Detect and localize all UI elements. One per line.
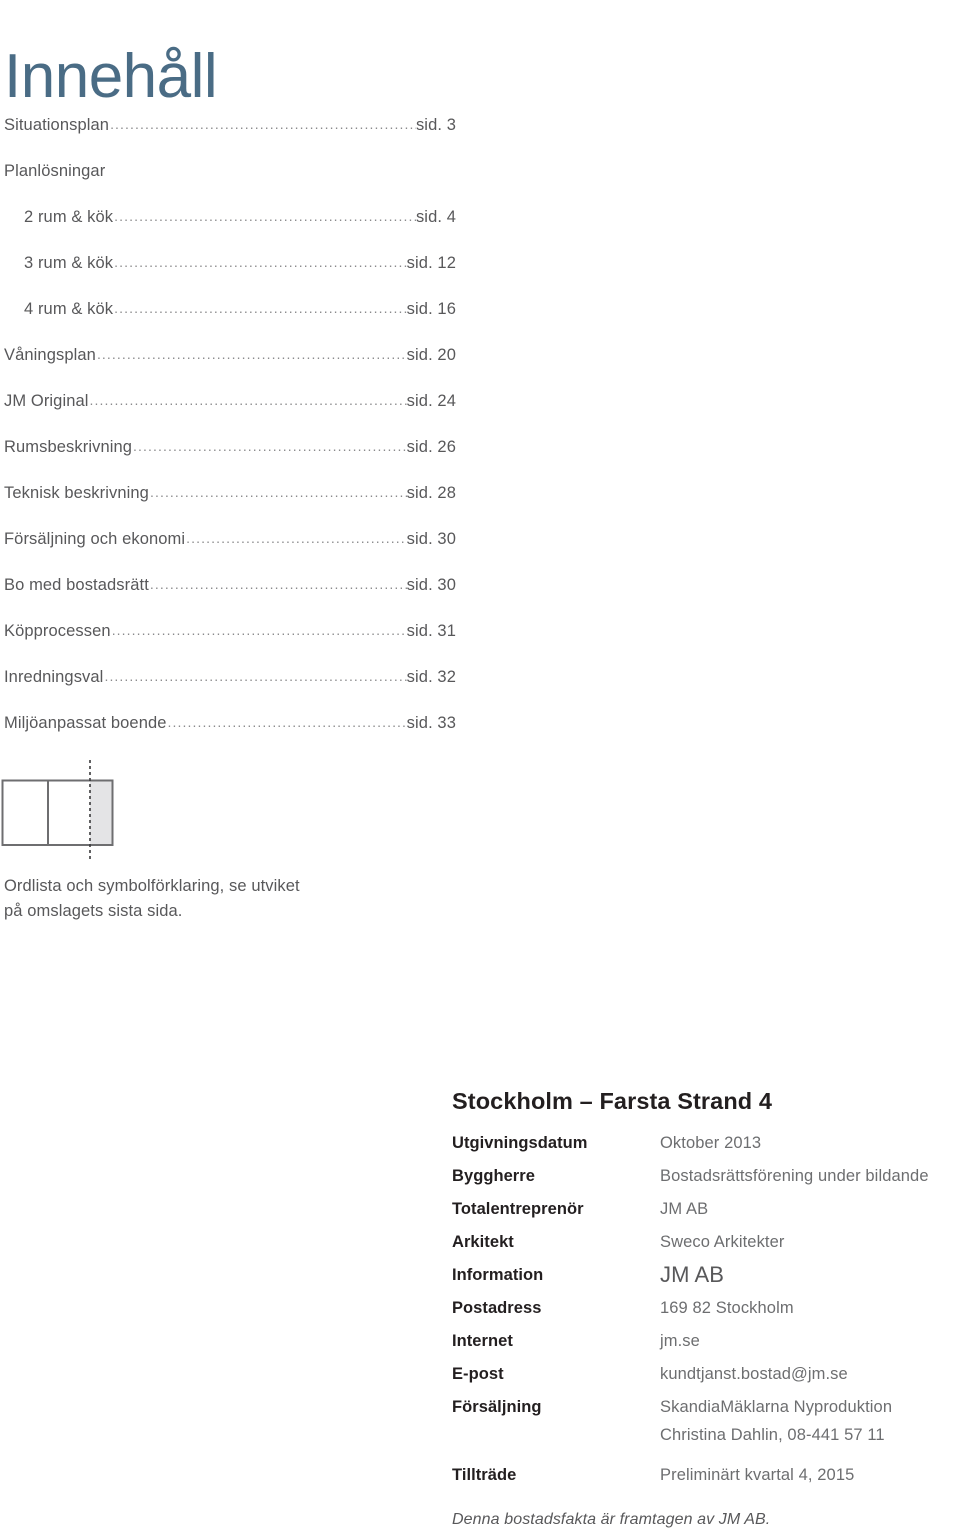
project-info-row: Tillträde Preliminärt kvartal 4, 2015 (452, 1461, 960, 1489)
project-info-label: Arkitekt (452, 1233, 514, 1252)
ordlista-note-line-1: Ordlista och symbolförklaring, se utvike… (4, 877, 300, 895)
project-info-value: Oktober 2013 (660, 1134, 762, 1153)
toc-entry-label: 4 rum & kök (24, 300, 114, 318)
toc-entry-label: Situationsplan (4, 116, 110, 134)
foldout-shaded-panel (90, 780, 113, 845)
project-info-row: Utgivningsdatum Oktober 2013 (452, 1129, 960, 1157)
toc-entry-label: Planlösningar (4, 162, 106, 180)
toc-entry-label: 2 rum & kök (24, 208, 114, 226)
toc-entry-page-number: sid. 31 (406, 622, 456, 640)
toc-entry[interactable]: JM Original.............................… (4, 392, 456, 438)
toc-entry[interactable]: Bo med bostadsrätt......................… (4, 576, 456, 622)
toc-entry-label: Rumsbeskrivning (4, 438, 133, 456)
toc-entry[interactable]: Rumsbeskrivning.........................… (4, 438, 456, 484)
toc-dot-leader: ........................................… (149, 576, 407, 592)
project-info-value: jm.se (660, 1332, 700, 1351)
toc-entry[interactable]: Inredningsval...........................… (4, 668, 456, 714)
project-info-value: kundtjanst.bostad@jm.se (660, 1365, 848, 1384)
toc-dot-leader: ........................................… (186, 530, 407, 546)
toc-entry-page-number: sid. 32 (406, 668, 456, 686)
toc-entry-label: Våningsplan (4, 346, 96, 364)
toc-dot-leader: ........................................… (110, 116, 416, 132)
project-info-label: Tillträde (452, 1466, 517, 1485)
toc-entry-page-number: sid. 12 (406, 254, 456, 272)
project-info-label: E-post (452, 1365, 504, 1384)
toc-dot-leader: ........................................… (114, 254, 407, 270)
project-info-rows: Utgivningsdatum Oktober 2013 Byggherre Bost… (452, 1129, 960, 1489)
toc-entry[interactable]: 2 rum & kök.............................… (4, 208, 456, 254)
toc-entry-page-number: sid. 30 (406, 530, 456, 548)
toc-entry[interactable]: Planlösningar...........................… (4, 162, 456, 208)
project-info-row: E-post kundtjanst.bostad@jm.se (452, 1360, 960, 1388)
toc-dot-leader: ........................................… (111, 622, 407, 638)
toc-entry-page-number: sid. 28 (406, 484, 456, 502)
toc-entry-label: 3 rum & kök (24, 254, 114, 272)
toc-entry-label: Teknisk beskrivning (4, 484, 149, 502)
project-info-row: Försäljning SkandiaMäklarna Nyproduktion … (452, 1393, 960, 1449)
toc-entry-page-number: sid. 3 (415, 116, 456, 134)
toc-entry-label: Miljöanpassat boende (4, 714, 167, 732)
project-info-value: Preliminärt kvartal 4, 2015 (660, 1466, 855, 1485)
project-info-row: Internet jm.se (452, 1327, 960, 1355)
toc-dot-leader: ........................................… (133, 438, 407, 454)
project-info-label: Utgivningsdatum (452, 1134, 588, 1153)
table-of-contents: Situationsplan..........................… (4, 116, 456, 760)
project-info-row: Postadress 169 82 Stockholm (452, 1294, 960, 1322)
toc-entry-page-number: sid. 4 (415, 208, 456, 226)
project-info-label: Information (452, 1266, 544, 1285)
project-info-value: 169 82 Stockholm (660, 1299, 794, 1318)
project-info-label: Internet (452, 1332, 513, 1351)
project-info-value: Sweco Arkitekter (660, 1233, 785, 1252)
ordlista-note-line-2: på omslagets sista sida. (4, 902, 183, 920)
project-info-row: Arkitekt Sweco Arkitekter (452, 1228, 960, 1256)
toc-entry[interactable]: Köpprocessen............................… (4, 622, 456, 668)
project-info-row: Totalentreprenör JM AB (452, 1195, 960, 1223)
toc-dot-leader: ........................................… (167, 714, 407, 730)
project-info-label: Totalentreprenör (452, 1200, 584, 1219)
toc-dot-leader: ........................................… (149, 484, 407, 500)
toc-entry[interactable]: 4 rum & kök.............................… (4, 300, 456, 346)
toc-entry-label: Köpprocessen (4, 622, 111, 640)
toc-entry[interactable]: 3 rum & kök.............................… (4, 254, 456, 300)
project-heading: Stockholm – Farsta Strand 4 (452, 1088, 773, 1114)
toc-entry[interactable]: Försäljning och ekonomi.................… (4, 530, 456, 576)
toc-entry-label: Bo med bostadsrätt (4, 576, 149, 594)
toc-entry-page-number: sid. 24 (406, 392, 456, 410)
toc-entry[interactable]: Teknisk beskrivning.....................… (4, 484, 456, 530)
project-info-block: Stockholm – Farsta Strand 4 Utgivningsda… (452, 1088, 960, 1529)
toc-entry-page-number: sid. 26 (406, 438, 456, 456)
project-info-value: JM AB (660, 1262, 725, 1288)
project-info-label: Postadress (452, 1299, 542, 1318)
toc-entry[interactable]: Våningsplan.............................… (4, 346, 456, 392)
project-info-value: Bostadsrättsförening under bildande (660, 1167, 929, 1186)
project-info-row: Byggherre Bostadsrättsförening under bild… (452, 1162, 960, 1190)
project-info-value: SkandiaMäklarna Nyproduktion Christina D… (660, 1398, 893, 1445)
project-info-value: JM AB (660, 1200, 709, 1219)
project-info-row: Information JM AB (452, 1261, 960, 1289)
toc-entry-label: JM Original (4, 392, 89, 410)
toc-entry-page-number: sid. 30 (406, 576, 456, 594)
project-info-label: Byggherre (452, 1167, 535, 1186)
toc-dot-leader: ........................................… (114, 208, 416, 224)
page-title: Innehåll (4, 41, 218, 111)
toc-dot-leader: ........................................… (104, 668, 406, 684)
project-footnote: Denna bostadsfakta är framtagen av JM AB… (452, 1511, 771, 1529)
toc-entry-page-number: sid. 16 (406, 300, 456, 318)
toc-entry-label: Försäljning och ekonomi (4, 530, 186, 548)
toc-dot-leader: ........................................… (89, 392, 407, 408)
project-info-label: Försäljning (452, 1398, 542, 1417)
foldout-page-diagram (0, 752, 200, 862)
toc-dot-leader: ........................................… (114, 300, 407, 316)
toc-entry[interactable]: Situationsplan..........................… (4, 116, 456, 162)
toc-entry-page-number: sid. 20 (406, 346, 456, 364)
toc-dot-leader: ........................................… (96, 346, 407, 362)
toc-entry-page-number: sid. 33 (406, 714, 456, 732)
ordlista-note: Ordlista och symbolförklaring, se utvike… (4, 874, 300, 924)
toc-entry-label: Inredningsval (4, 668, 104, 686)
